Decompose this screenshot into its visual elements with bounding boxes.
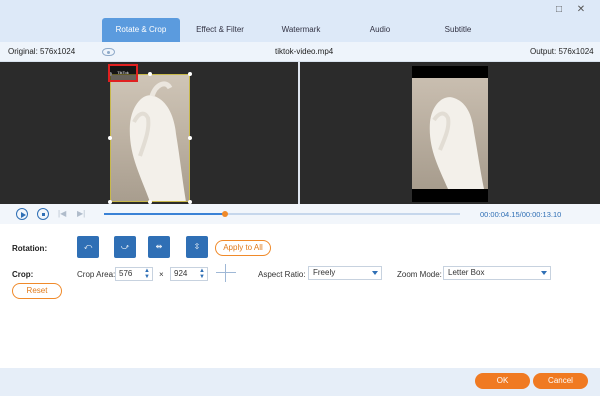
cancel-button[interactable]: Cancel: [533, 373, 588, 389]
apply-to-all-button[interactable]: Apply to All: [215, 240, 271, 256]
aspect-ratio-label: Aspect Ratio:: [258, 270, 306, 279]
crop-label: Crop:: [12, 270, 34, 279]
crop-handle[interactable]: [108, 136, 112, 140]
ok-button[interactable]: OK: [475, 373, 530, 389]
center-crop-icon[interactable]: [216, 264, 236, 282]
tab-rotate-crop[interactable]: Rotate & Crop: [102, 18, 180, 42]
next-frame-icon[interactable]: ▶|: [77, 209, 85, 218]
title-bar: Rotate & Crop Effect & Filter Watermark …: [0, 0, 600, 42]
output-resolution: Output: 576x1024: [530, 47, 594, 56]
timecode: 00:00:04.15/00:00:13.10: [480, 210, 562, 219]
aspect-ratio-select[interactable]: Freely: [308, 266, 382, 280]
timeline-track[interactable]: [104, 211, 460, 217]
preview-area: TikTok: [0, 62, 600, 204]
width-spinner-icon[interactable]: ▲ ▼: [144, 268, 150, 280]
watermark-highlight: TikTok: [108, 64, 138, 82]
flip-vertical-button[interactable]: ⇳: [186, 236, 208, 258]
previous-frame-icon[interactable]: |◀: [58, 209, 66, 218]
info-bar: Original: 576x1024 tiktok-video.mp4 Outp…: [0, 42, 600, 62]
output-video-frame: [412, 66, 488, 202]
chevron-down-icon: [372, 271, 378, 275]
crop-width-value: 576: [119, 269, 133, 278]
aspect-ratio-value: Freely: [313, 268, 336, 277]
preview-divider: [298, 62, 300, 204]
output-horse-image: [412, 78, 488, 189]
reset-button[interactable]: Reset: [12, 283, 62, 299]
original-resolution: Original: 576x1024: [8, 47, 76, 56]
eye-icon[interactable]: [102, 48, 115, 56]
chevron-down-icon: [541, 271, 547, 275]
file-name: tiktok-video.mp4: [275, 47, 334, 56]
crop-handle[interactable]: [148, 72, 152, 76]
tab-bar: Rotate & Crop Effect & Filter Watermark …: [102, 18, 498, 42]
footer-bar: OK Cancel: [0, 368, 600, 396]
tab-subtitle[interactable]: Subtitle: [418, 18, 498, 42]
stop-icon[interactable]: [37, 208, 49, 220]
flip-horizontal-button[interactable]: ⇹: [148, 236, 170, 258]
crop-area-label: Crop Area:: [77, 270, 116, 279]
height-spinner-icon[interactable]: ▲ ▼: [199, 268, 205, 280]
crop-rectangle[interactable]: [108, 72, 192, 204]
timeline-knob[interactable]: [222, 211, 229, 217]
close-icon[interactable]: ✕: [574, 4, 588, 16]
crop-height-value: 924: [174, 269, 188, 278]
tab-effect-filter[interactable]: Effect & Filter: [180, 18, 260, 42]
playback-controls: |◀ ▶| 00:00:04.15/00:00:13.10: [0, 204, 600, 224]
zoom-mode-label: Zoom Mode:: [397, 270, 442, 279]
crop-handle[interactable]: [188, 136, 192, 140]
rotate-left-button[interactable]: ⤺: [77, 236, 99, 258]
restore-icon[interactable]: □: [552, 4, 566, 16]
crop-handle[interactable]: [188, 72, 192, 76]
crop-width-input[interactable]: 576 ▲ ▼: [115, 267, 153, 281]
tab-watermark[interactable]: Watermark: [260, 18, 342, 42]
zoom-mode-value: Letter Box: [448, 268, 485, 277]
settings-panel: Rotation: ⤺ ⤻ ⇹ ⇳ Apply to All Crop: Cro…: [0, 224, 600, 368]
play-icon[interactable]: [16, 208, 28, 220]
rotation-label: Rotation:: [12, 244, 48, 253]
crop-height-input[interactable]: 924 ▲ ▼: [170, 267, 208, 281]
timeline-progress: [104, 213, 226, 215]
rotate-right-button[interactable]: ⤻: [114, 236, 136, 258]
zoom-mode-select[interactable]: Letter Box: [443, 266, 551, 280]
crop-separator: ×: [159, 270, 164, 279]
tab-audio[interactable]: Audio: [342, 18, 418, 42]
